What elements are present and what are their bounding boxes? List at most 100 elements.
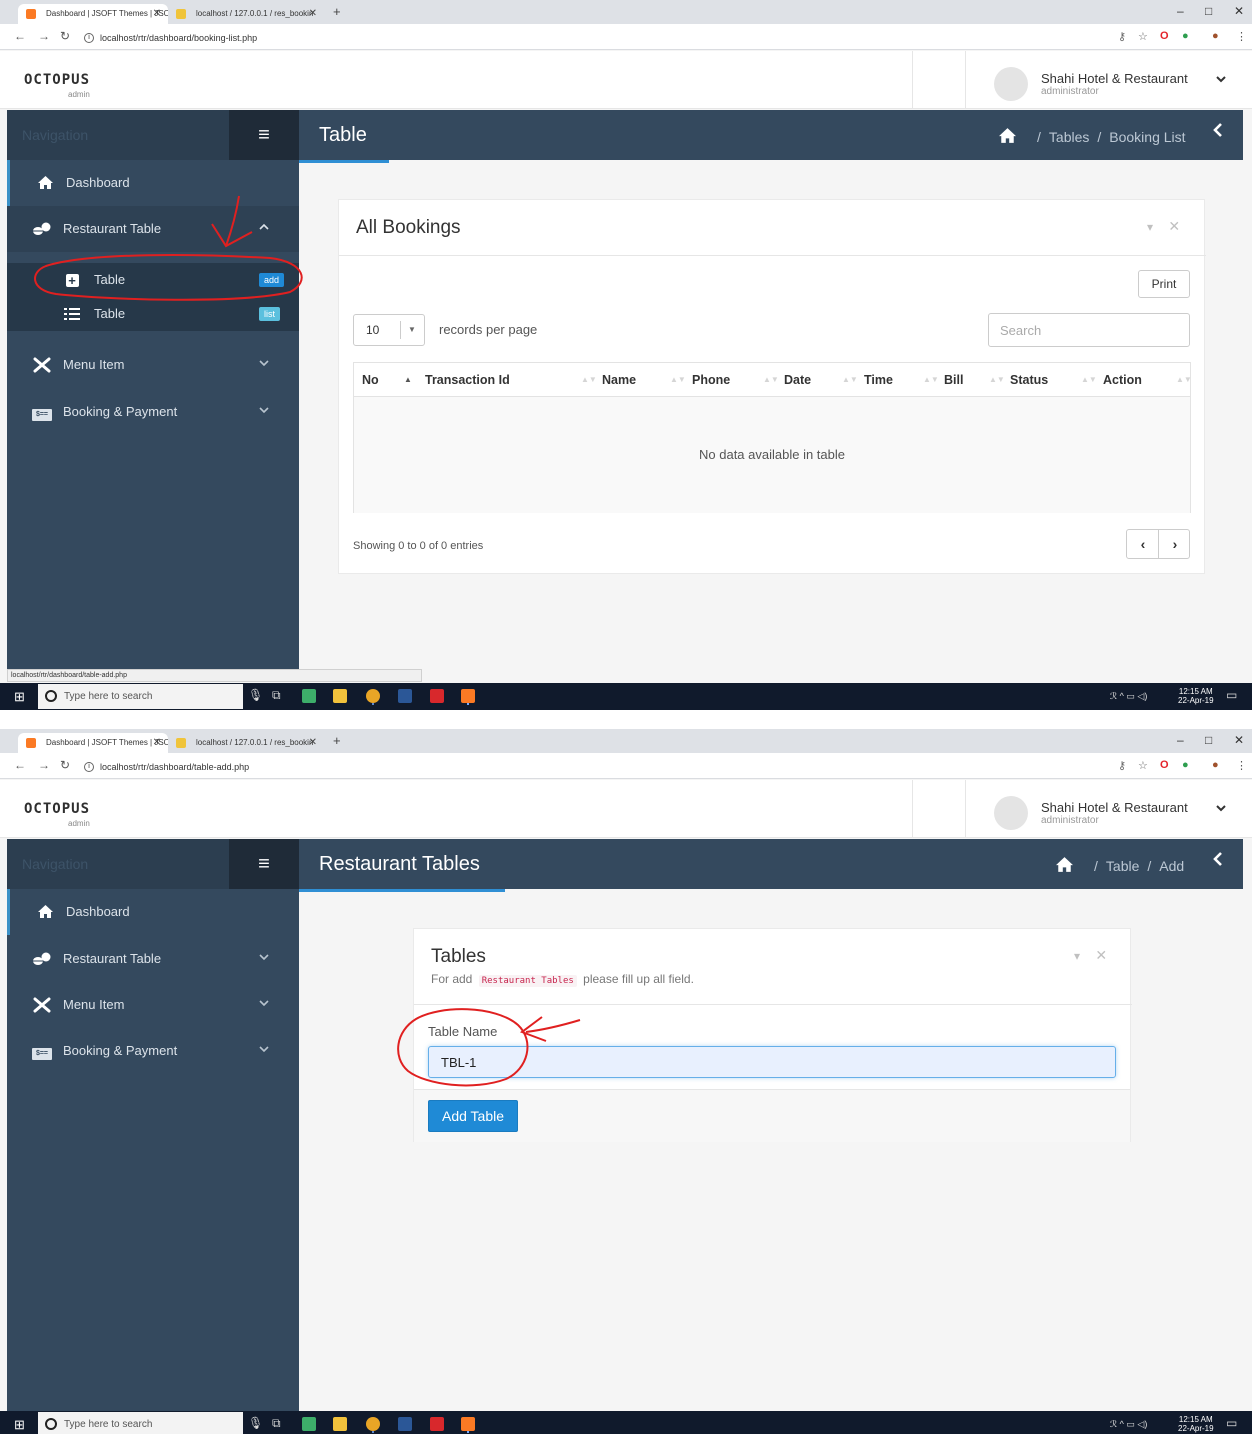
file-explorer-icon[interactable] [333, 1417, 347, 1431]
info-icon[interactable]: i [84, 33, 94, 43]
sidebar-item-dashboard[interactable]: Dashboard [7, 160, 299, 206]
sidebar-item-booking-payment[interactable]: $== Booking & Payment [7, 389, 299, 435]
tab-close-icon[interactable]: ✕ [153, 733, 161, 753]
chevron-down-icon[interactable] [1215, 802, 1227, 817]
home-icon[interactable] [1054, 857, 1080, 877]
column-header-action[interactable]: Action [1103, 363, 1142, 397]
kebab-menu-icon[interactable]: ⋮ [1236, 759, 1247, 772]
tab-close-icon[interactable]: ✕ [309, 4, 317, 24]
sidebar-subitem-table-list[interactable]: Table list [7, 297, 299, 331]
column-header-no[interactable]: No [362, 363, 379, 397]
word-icon[interactable] [398, 689, 412, 703]
new-tab-button[interactable]: + [333, 4, 341, 19]
sort-icon[interactable]: ▲▼ [763, 363, 779, 397]
star-icon[interactable]: ☆ [1138, 759, 1148, 772]
sort-icon[interactable]: ▲▼ [923, 363, 939, 397]
browser-tab-phpmyadmin[interactable]: localhost / 127.0.0.1 / res_bookin ✕ [168, 733, 324, 753]
next-page-button[interactable]: › [1159, 530, 1191, 558]
chrome-icon[interactable] [366, 1417, 380, 1431]
taskbar-search[interactable]: Type here to search [38, 684, 243, 709]
chevron-down-icon[interactable] [1215, 73, 1227, 88]
column-header-bill[interactable]: Bill [944, 363, 963, 397]
xampp-icon[interactable] [461, 689, 475, 703]
back-arrow-icon[interactable]: ← [14, 29, 26, 43]
app-icon[interactable] [302, 689, 316, 703]
sort-icon[interactable]: ▲▼ [1176, 363, 1192, 397]
sidebar-item-booking-payment[interactable]: $== Booking & Payment [7, 1028, 299, 1074]
close-icon[interactable]: ✕ [1095, 947, 1107, 963]
sidebar-item-menu-item[interactable]: Menu Item [7, 342, 299, 388]
star-icon[interactable]: ☆ [1138, 30, 1148, 43]
word-icon[interactable] [398, 1417, 412, 1431]
file-explorer-icon[interactable] [333, 689, 347, 703]
tab-close-icon[interactable]: ✕ [309, 733, 317, 753]
xampp-icon[interactable] [461, 1417, 475, 1431]
sort-icon[interactable]: ▲▼ [581, 363, 597, 397]
breadcrumb-tables[interactable]: Tables [1049, 129, 1089, 145]
avatar[interactable] [994, 67, 1028, 101]
profile-icon[interactable]: ● [1212, 30, 1219, 42]
chrome-icon[interactable] [366, 689, 380, 703]
sort-icon[interactable]: ▲▼ [989, 363, 1005, 397]
key-icon[interactable]: ⚷ [1118, 30, 1126, 43]
reload-icon[interactable]: ↻ [60, 29, 70, 43]
microphone-icon[interactable]: 🎙︎ [248, 1416, 263, 1430]
add-table-button[interactable]: Add Table [428, 1100, 518, 1132]
search-input[interactable] [988, 313, 1190, 347]
browser-tab-dashboard[interactable]: Dashboard | JSOFT Themes | JSO ✕ [18, 733, 168, 753]
sort-asc-icon[interactable]: ▲ [404, 363, 412, 397]
close-window-button[interactable]: ✕ [1234, 4, 1244, 18]
table-name-input[interactable] [428, 1046, 1116, 1078]
info-icon[interactable]: i [84, 762, 94, 772]
url-field[interactable]: i localhost/rtr/dashboard/booking-list.p… [84, 30, 964, 46]
caret-down-icon[interactable]: ▾ [1147, 220, 1153, 234]
new-tab-button[interactable]: + [333, 733, 341, 748]
previous-page-button[interactable]: ‹ [1127, 530, 1159, 558]
column-header-time[interactable]: Time [864, 363, 893, 397]
breadcrumb-table[interactable]: Table [1106, 858, 1139, 874]
notification-icon[interactable]: ▭ [1226, 1416, 1237, 1430]
key-icon[interactable]: ⚷ [1118, 759, 1126, 772]
acrobat-icon[interactable] [430, 1417, 444, 1431]
kebab-menu-icon[interactable]: ⋮ [1236, 30, 1247, 43]
close-icon[interactable]: ✕ [1168, 218, 1180, 234]
tray-icons[interactable]: ℛ ^ ▭ ◁) [1110, 1419, 1147, 1430]
taskbar-search[interactable]: Type here to search [38, 1412, 243, 1434]
user-name[interactable]: Shahi Hotel & Restaurant [1041, 71, 1188, 86]
column-header-name[interactable]: Name [602, 363, 636, 397]
sidebar-item-dashboard[interactable]: Dashboard [7, 889, 299, 935]
sidebar-item-restaurant-table[interactable]: Restaurant Table [7, 936, 299, 982]
microphone-icon[interactable]: 🎙︎ [248, 688, 263, 702]
print-button[interactable]: Print [1138, 270, 1190, 298]
profile-icon[interactable]: ● [1212, 759, 1219, 771]
chevron-left-icon[interactable] [1213, 852, 1223, 871]
acrobat-icon[interactable] [430, 689, 444, 703]
caret-down-icon[interactable]: ▾ [1074, 949, 1080, 963]
restore-button[interactable]: □ [1205, 4, 1212, 18]
sort-icon[interactable]: ▲▼ [1081, 363, 1097, 397]
home-icon[interactable] [997, 128, 1023, 148]
browser-tab-phpmyadmin[interactable]: localhost / 127.0.0.1 / res_bookin ✕ [168, 4, 324, 24]
avatar[interactable] [994, 796, 1028, 830]
app-icon[interactable] [302, 1417, 316, 1431]
chevron-left-icon[interactable] [1213, 123, 1223, 142]
back-arrow-icon[interactable]: ← [14, 758, 26, 772]
clock[interactable]: 12:15 AM 22-Apr-19 [1178, 687, 1214, 705]
forward-arrow-icon[interactable]: → [38, 29, 50, 43]
clock[interactable]: 12:15 AM 22-Apr-19 [1178, 1415, 1214, 1433]
task-view-icon[interactable]: ⧉ [272, 1416, 281, 1431]
opera-icon[interactable]: O [1160, 759, 1169, 771]
forward-arrow-icon[interactable]: → [38, 758, 50, 772]
logo[interactable]: OCTOPUS [24, 72, 90, 88]
column-header-status[interactable]: Status [1010, 363, 1048, 397]
sort-icon[interactable]: ▲▼ [842, 363, 858, 397]
column-header-phone[interactable]: Phone [692, 363, 730, 397]
sidebar-toggle-button[interactable]: ≡ [229, 839, 299, 889]
minimize-button[interactable]: – [1177, 4, 1184, 18]
task-view-icon[interactable]: ⧉ [272, 688, 281, 703]
sidebar-item-menu-item[interactable]: Menu Item [7, 982, 299, 1028]
close-window-button[interactable]: ✕ [1234, 733, 1244, 747]
tab-close-icon[interactable]: ✕ [153, 4, 161, 24]
sort-icon[interactable]: ▲▼ [670, 363, 686, 397]
browser-tab-dashboard[interactable]: Dashboard | JSOFT Themes | JSO ✕ [18, 4, 168, 24]
